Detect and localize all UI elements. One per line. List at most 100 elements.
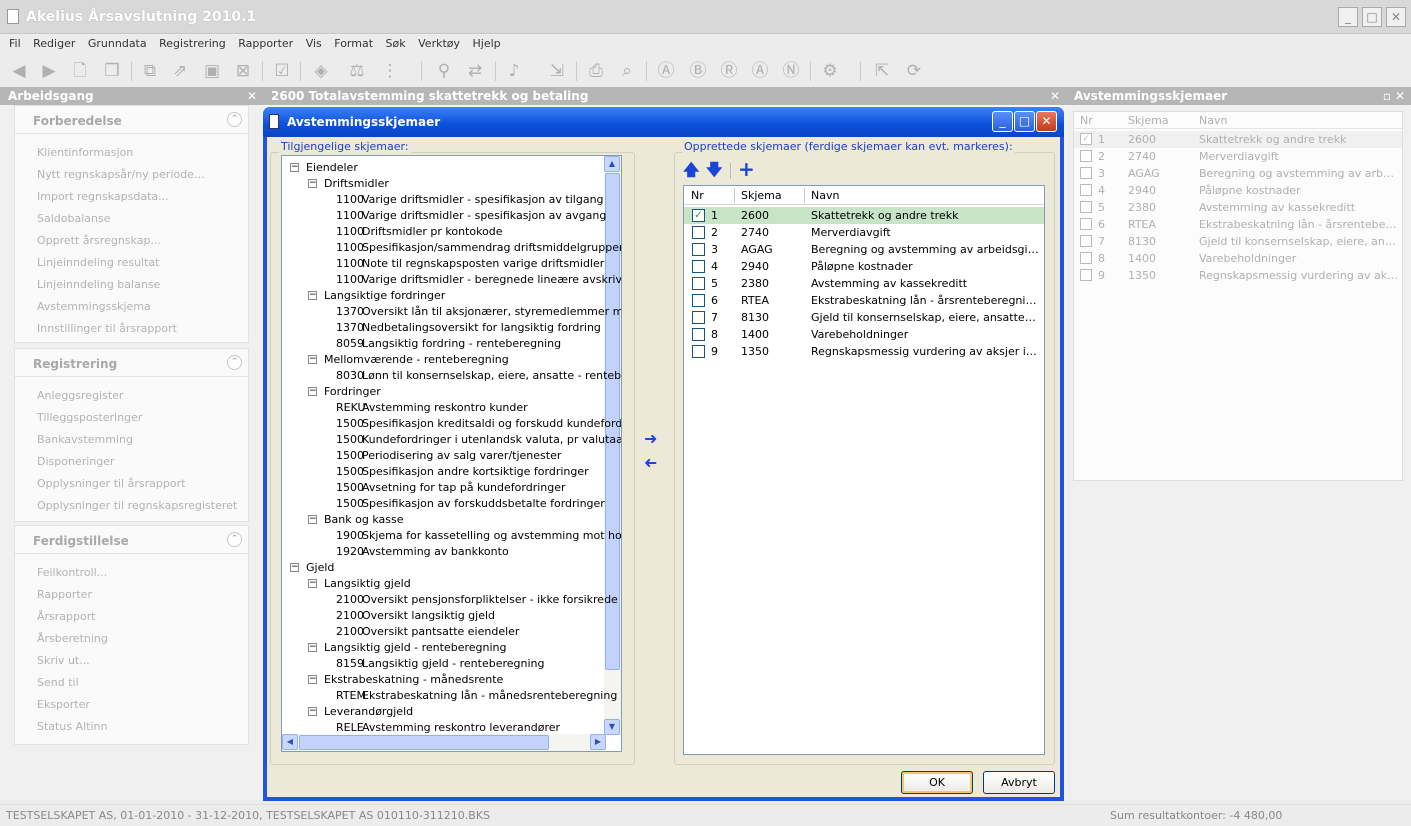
list-row[interactable]: ✓ 1 2600 Skattetrekk og andre trekk — [684, 207, 1044, 224]
export-icon[interactable]: ⇲ — [545, 59, 569, 83]
maximize-button[interactable]: □ — [1362, 7, 1382, 27]
collapse-icon[interactable]: − — [290, 563, 299, 572]
menu-hjelp[interactable]: Hjelp — [473, 37, 501, 50]
menu-fil[interactable]: Fil — [9, 37, 21, 50]
done-checkbox[interactable]: ✓ — [692, 209, 705, 222]
menu-registrering[interactable]: Registrering — [159, 37, 226, 50]
minimize-button[interactable]: _ — [1338, 7, 1358, 27]
format-a-icon[interactable]: Ⓐ — [654, 59, 678, 83]
menu-sok[interactable]: Søk — [386, 37, 406, 50]
group-header[interactable]: Ferdigstillelse ⌃ — [15, 526, 248, 554]
table-row[interactable]: 2 2740 Merverdiavgift — [1074, 148, 1402, 165]
column-skjema[interactable]: Skjema — [741, 189, 782, 202]
tree-folder[interactable]: − Eiendeler — [290, 160, 358, 176]
column-navn[interactable]: Navn — [811, 189, 839, 202]
close-pane-icon[interactable]: ✕ — [247, 87, 257, 105]
scroll-thumb[interactable] — [299, 735, 549, 750]
tree-folder[interactable]: − Langsiktig gjeld - renteberegning — [308, 640, 507, 656]
tree-folder[interactable]: − Bank og kasse — [308, 512, 403, 528]
tree-item[interactable]: 1370Nedbetalingsoversikt for langsiktig … — [330, 320, 601, 336]
tree-item[interactable]: 1100Varige driftsmidler - spesifikasjon … — [330, 208, 606, 224]
list-row[interactable]: 3 AGAG Beregning og avstemming av arbeidsg… — [684, 241, 1044, 258]
collapse-icon[interactable]: ⌃ — [227, 112, 242, 127]
collapse-icon[interactable]: − — [308, 707, 317, 716]
list-row[interactable]: 9 1350 Regnskapsmessig vurdering av aksjer… — [684, 343, 1044, 360]
tree-item[interactable]: 1100Spesifikasjon/sammendrag driftsmidde… — [330, 240, 621, 256]
ok-button[interactable]: OK — [901, 771, 973, 794]
tree-item[interactable]: 2100Oversikt pensjonsforpliktelser - ikk… — [330, 592, 618, 608]
transfer-icon[interactable]: ⇄ — [463, 59, 487, 83]
tree-folder[interactable]: − Langsiktige fordringer — [308, 288, 445, 304]
save-icon[interactable]: ▣ — [200, 59, 224, 83]
table-row[interactable]: 7 8130 Gjeld til konsernselskap, eiere, an… — [1074, 233, 1402, 250]
format-b-icon[interactable]: Ⓑ — [686, 59, 710, 83]
nav-item[interactable]: Opprett årsregnskap... — [15, 230, 248, 252]
collapse-icon[interactable]: − — [308, 579, 317, 588]
done-checkbox[interactable] — [692, 345, 705, 358]
scroll-left-icon[interactable]: ◀ — [282, 734, 298, 750]
table-row[interactable]: 8 1400 Varebeholdninger — [1074, 250, 1402, 267]
table-row[interactable]: ✓ 1 2600 Skattetrekk og andre trekk — [1074, 131, 1402, 148]
done-checkbox[interactable] — [1080, 269, 1092, 281]
nav-item[interactable]: Avstemmingsskjema — [15, 296, 248, 318]
add-icon[interactable]: + — [738, 157, 755, 181]
collapse-icon[interactable]: − — [308, 675, 317, 684]
tree-folder[interactable]: − Driftsmidler — [308, 176, 389, 192]
restore-pane-icon[interactable]: ▫ — [1383, 87, 1391, 105]
nav-item[interactable]: Rapporter — [15, 584, 248, 606]
list-row[interactable]: 8 1400 Varebeholdninger — [684, 326, 1044, 343]
tree-item[interactable]: 1100Driftsmidler pr kontokode — [330, 224, 503, 240]
done-checkbox[interactable] — [692, 328, 705, 341]
nav-item[interactable]: Disponeringer — [15, 451, 248, 473]
tree-item[interactable]: 8030Lønn til konsernselskap, eiere, ansa… — [330, 368, 621, 384]
column-nr[interactable]: Nr — [691, 189, 704, 202]
done-checkbox[interactable] — [1080, 218, 1092, 230]
document-icon[interactable]: ♪ — [502, 59, 526, 83]
done-checkbox[interactable]: ✓ — [1080, 133, 1092, 145]
done-checkbox[interactable] — [692, 311, 705, 324]
nav-item[interactable]: Feilkontroll... — [15, 562, 248, 584]
nav-item[interactable]: Anleggsregister — [15, 385, 248, 407]
nav-item[interactable]: Opplysninger til regnskapsregisteret — [15, 495, 248, 517]
collapse-icon[interactable]: ⌃ — [227, 532, 242, 547]
tree-item[interactable]: 2100Oversikt pantsatte eiendeler — [330, 624, 519, 640]
cancel-button[interactable]: Avbryt — [983, 771, 1055, 794]
done-checkbox[interactable] — [1080, 235, 1092, 247]
done-checkbox[interactable] — [692, 277, 705, 290]
import-icon[interactable]: ⇱ — [870, 59, 894, 83]
collapse-icon[interactable]: − — [308, 387, 317, 396]
nav-item[interactable]: Nytt regnskapsår/ny periode... — [15, 164, 248, 186]
dialog-minimize-button[interactable]: _ — [992, 111, 1013, 132]
balance-icon[interactable]: ⚖ — [345, 59, 369, 83]
nav-item[interactable]: Import regnskapsdata... — [15, 186, 248, 208]
new-icon[interactable]: 🗋 — [68, 59, 92, 83]
tree-item[interactable]: 1500Kundefordringer i utenlandsk valuta,… — [330, 432, 621, 448]
nav-item[interactable]: Årsberetning — [15, 628, 248, 650]
scroll-right-icon[interactable]: ▶ — [590, 734, 606, 750]
book-icon[interactable]: ◈ — [309, 59, 333, 83]
table-row[interactable]: 3 AGAG Beregning og avstemming av arbeidsg… — [1074, 165, 1402, 182]
stamp-icon[interactable]: ⚲ — [432, 59, 456, 83]
table-row[interactable]: 4 2940 Påløpne kostnader — [1074, 182, 1402, 199]
collapse-icon[interactable]: − — [308, 355, 317, 364]
tree-item[interactable]: 1920Avstemming av bankkonto — [330, 544, 509, 560]
done-checkbox[interactable] — [1080, 184, 1092, 196]
nav-item[interactable]: Saldobalanse — [15, 208, 248, 230]
menu-verktoy[interactable]: Verktøy — [418, 37, 460, 50]
done-checkbox[interactable] — [692, 260, 705, 273]
sync-icon[interactable]: ⟳ — [902, 59, 926, 83]
tree-item[interactable]: 1500Avsetning for tap på kundefordringer — [330, 480, 566, 496]
group-header[interactable]: Registrering ⌃ — [15, 349, 248, 377]
tree-horizontal-scrollbar[interactable]: ◀ ▶ — [282, 734, 606, 751]
delete-icon[interactable]: ⊠ — [231, 59, 255, 83]
nav-item[interactable]: Klientinformasjon — [15, 142, 248, 164]
tree-folder[interactable]: − Gjeld — [290, 560, 334, 576]
tree-icon[interactable]: ⋮ — [378, 59, 402, 83]
tools-icon[interactable]: ⚙ — [818, 59, 842, 83]
tree-item[interactable]: 8159Langsiktig gjeld - renteberegning — [330, 656, 545, 672]
tree-folder[interactable]: − Mellomværende - renteberegning — [308, 352, 509, 368]
menu-vis[interactable]: Vis — [306, 37, 322, 50]
nav-item[interactable]: Skriv ut... — [15, 650, 248, 672]
nav-item[interactable]: Tilleggsposteringer — [15, 407, 248, 429]
done-checkbox[interactable] — [1080, 201, 1092, 213]
